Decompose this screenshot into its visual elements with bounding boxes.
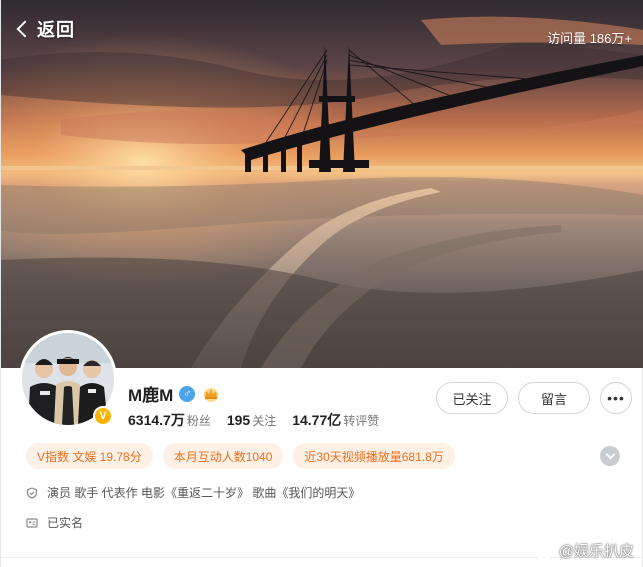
chevron-left-icon (16, 20, 34, 38)
crown-icon[interactable] (201, 386, 221, 402)
stat-followers[interactable]: 6314.7万 粉丝 (128, 410, 211, 430)
bridge-sunset-photo (1, 0, 643, 368)
bio-row: 演员 歌手 代表作 电影《重返二十岁》 歌曲《我们的明天》 (26, 484, 360, 501)
stat-label: 粉丝 (186, 414, 211, 428)
stat-value: 14.77亿 (292, 412, 342, 428)
metric-chips: V指数 文娱 19.78分 本月互动人数1040 近30天视频播放量681.8万 (26, 443, 455, 469)
name-row: M鹿M ♂ (128, 381, 221, 406)
user-name: M鹿M (128, 386, 174, 405)
bio-text: 演员 歌手 代表作 电影《重返二十岁》 歌曲《我们的明天》 (47, 486, 361, 500)
chip-v-index[interactable]: V指数 文娱 19.78分 (26, 443, 153, 469)
stat-value: 6314.7万 (128, 412, 185, 428)
message-button[interactable]: 留言 (518, 382, 590, 414)
stat-following[interactable]: 195 关注 (227, 412, 276, 430)
chevron-down-icon (605, 449, 615, 460)
stat-interactions[interactable]: 14.77亿 转评赞 (292, 410, 379, 430)
chip-video-plays[interactable]: 近30天视频播放量681.8万 (293, 443, 455, 469)
id-card-icon (26, 517, 38, 528)
expand-button[interactable] (600, 446, 620, 466)
back-button[interactable]: 返回 (15, 16, 75, 42)
watermark-text: @娱乐扒皮 (558, 543, 634, 560)
real-name-text: 已实名 (47, 516, 84, 530)
followed-button[interactable]: 已关注 (436, 382, 508, 414)
verified-badge-icon: V (93, 406, 113, 426)
more-options-button[interactable]: ••• (600, 382, 632, 414)
stat-label: 转评赞 (343, 414, 380, 428)
back-label: 返回 (37, 20, 75, 40)
shield-icon (26, 486, 38, 499)
stat-value: 195 (226, 412, 251, 428)
stat-label: 关注 (252, 414, 277, 428)
weibo-logo-icon (535, 543, 554, 559)
visit-count: 访问量 186万+ (547, 31, 632, 46)
real-name-row: 已实名 (26, 514, 83, 531)
chip-monthly-interactions[interactable]: 本月互动人数1040 (162, 443, 284, 469)
cover-image: 返回 访问量 186万+ (1, 0, 643, 368)
watermark: @娱乐扒皮 (535, 540, 634, 561)
profile-actions: 已关注 留言 ••• (436, 382, 632, 414)
stats-row: 6314.7万 粉丝 195 关注 14.77亿 转评赞 (128, 410, 379, 430)
profile-page: 返回 访问量 186万+ V M鹿M ♂ 6314.7万 粉丝 195 关注 1… (0, 0, 643, 567)
male-icon: ♂ (179, 385, 196, 402)
